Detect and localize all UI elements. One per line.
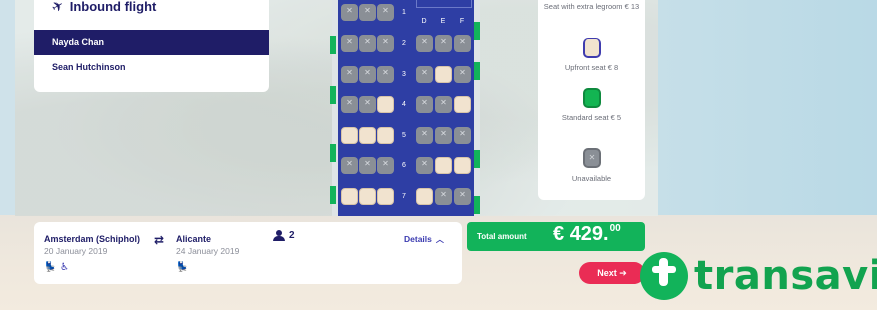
seat-unavailable xyxy=(416,157,433,174)
seat-unavailable xyxy=(377,35,394,52)
seat-unavailable xyxy=(454,35,471,52)
logo-text: transavi xyxy=(694,253,877,299)
passenger-item-active[interactable]: Nayda Chan xyxy=(34,30,269,55)
total-amount-box: Total amount € 429.00 xyxy=(467,222,645,251)
row-number: 2 xyxy=(402,40,406,47)
seat-unavailable xyxy=(435,127,452,144)
exit-marker xyxy=(474,196,480,214)
seat-unavailable xyxy=(341,66,358,83)
exit-marker xyxy=(474,150,480,168)
destination-city: Alicante xyxy=(176,234,212,244)
seat-unavailable xyxy=(416,96,433,113)
total-amount-cents: 00 xyxy=(609,223,621,234)
next-button[interactable]: Next ➔ xyxy=(579,262,645,284)
unavailable-seat-icon xyxy=(583,148,601,168)
seat-unavailable xyxy=(416,127,433,144)
seat-upfront[interactable] xyxy=(359,127,376,144)
seat-upfront[interactable] xyxy=(359,188,376,205)
seat-unavailable xyxy=(435,188,452,205)
passenger-count: 2 xyxy=(289,230,295,241)
row-number: 6 xyxy=(402,162,406,169)
seat-upfront[interactable] xyxy=(341,127,358,144)
flight-title-label: Inbound flight xyxy=(69,0,157,14)
exit-marker xyxy=(474,62,480,80)
seat-unavailable xyxy=(435,96,452,113)
seat-upfront[interactable] xyxy=(416,188,433,205)
seat-unavailable xyxy=(359,66,376,83)
seat-upfront[interactable] xyxy=(435,66,452,83)
seat-unavailable xyxy=(454,127,471,144)
arrow-right-icon: ➔ xyxy=(619,268,627,278)
seat-upfront[interactable] xyxy=(454,157,471,174)
legend-unavailable-label: Unavailable xyxy=(571,174,612,183)
row-number: 5 xyxy=(402,132,406,139)
seat-unavailable xyxy=(341,157,358,174)
seat-legend: Seat with extra legroom € 13 Upfront sea… xyxy=(538,0,645,200)
seat-upfront[interactable] xyxy=(435,157,452,174)
legend-standard-label: Standard seat € 5 xyxy=(561,113,622,122)
upfront-seat-icon xyxy=(583,38,601,58)
seat-unavailable xyxy=(435,35,452,52)
next-label: Next xyxy=(597,268,617,278)
seat-upfront[interactable] xyxy=(454,96,471,113)
seat-unavailable xyxy=(377,4,394,21)
row-number: 4 xyxy=(402,101,406,108)
seat-unavailable xyxy=(341,96,358,113)
seat-upfront[interactable] xyxy=(377,127,394,144)
seat-unavailable xyxy=(377,66,394,83)
column-letter-e: E xyxy=(440,18,446,25)
cabin-front-marker xyxy=(416,0,472,8)
exit-marker xyxy=(330,86,336,104)
total-currency: € xyxy=(553,223,565,245)
destination-date: 24 January 2019 xyxy=(176,246,240,256)
flight-title: ✈ Inbound flight xyxy=(48,0,157,16)
seat-unavailable xyxy=(359,157,376,174)
seat-unavailable xyxy=(341,35,358,52)
logo-mark-icon xyxy=(640,252,688,300)
seat-unavailable xyxy=(359,4,376,21)
exit-marker xyxy=(330,186,336,204)
details-link[interactable]: Details ︿ xyxy=(404,234,444,245)
swap-arrows-icon: ⇄ xyxy=(154,233,165,247)
seat-unavailable xyxy=(454,66,471,83)
seat-upfront[interactable] xyxy=(341,188,358,205)
origin-city: Amsterdam (Schiphol) xyxy=(44,234,141,244)
exit-marker xyxy=(330,36,336,54)
seat-unavailable xyxy=(416,66,433,83)
details-label: Details xyxy=(404,234,432,244)
exit-marker xyxy=(474,22,480,40)
accessibility-seat-icon: ♿ xyxy=(60,262,69,273)
row-number: 1 xyxy=(402,9,406,16)
exit-marker xyxy=(330,144,336,162)
column-letter-f: F xyxy=(459,18,465,25)
seat-unavailable xyxy=(377,157,394,174)
seat-upfront[interactable] xyxy=(377,96,394,113)
row-number: 7 xyxy=(402,193,406,200)
total-amount: € 429.00 xyxy=(553,223,621,246)
seat-upfront[interactable] xyxy=(377,188,394,205)
legend-upfront-label: Upfront seat € 8 xyxy=(564,63,619,72)
seat-icon: 💺 xyxy=(44,262,57,273)
passenger-item[interactable]: Sean Hutchinson xyxy=(34,55,269,80)
column-letter-d: D xyxy=(421,18,427,25)
legend-extra-legroom-label: Seat with extra legroom € 13 xyxy=(543,2,640,11)
trip-summary: Amsterdam (Schiphol) 20 January 2019 ⇄ A… xyxy=(34,222,462,284)
passenger-card: ✈ Inbound flight Nayda Chan Sean Hutchin… xyxy=(34,0,269,92)
origin-date: 20 January 2019 xyxy=(44,246,108,256)
chevron-up-icon: ︿ xyxy=(435,235,444,244)
total-amount-main: 429. xyxy=(569,223,609,245)
seat-unavailable xyxy=(454,188,471,205)
seat-unavailable xyxy=(359,35,376,52)
row-number: 3 xyxy=(402,71,406,78)
passenger-icon xyxy=(273,230,285,242)
seat-unavailable xyxy=(341,4,358,21)
total-label: Total amount xyxy=(477,232,527,241)
seat-unavailable xyxy=(359,96,376,113)
standard-seat-icon xyxy=(583,88,601,108)
brand-logo: transavi xyxy=(640,250,877,302)
seat-unavailable xyxy=(416,35,433,52)
seat-icon: 💺 xyxy=(176,262,189,273)
plane-icon: ✈ xyxy=(48,0,67,16)
